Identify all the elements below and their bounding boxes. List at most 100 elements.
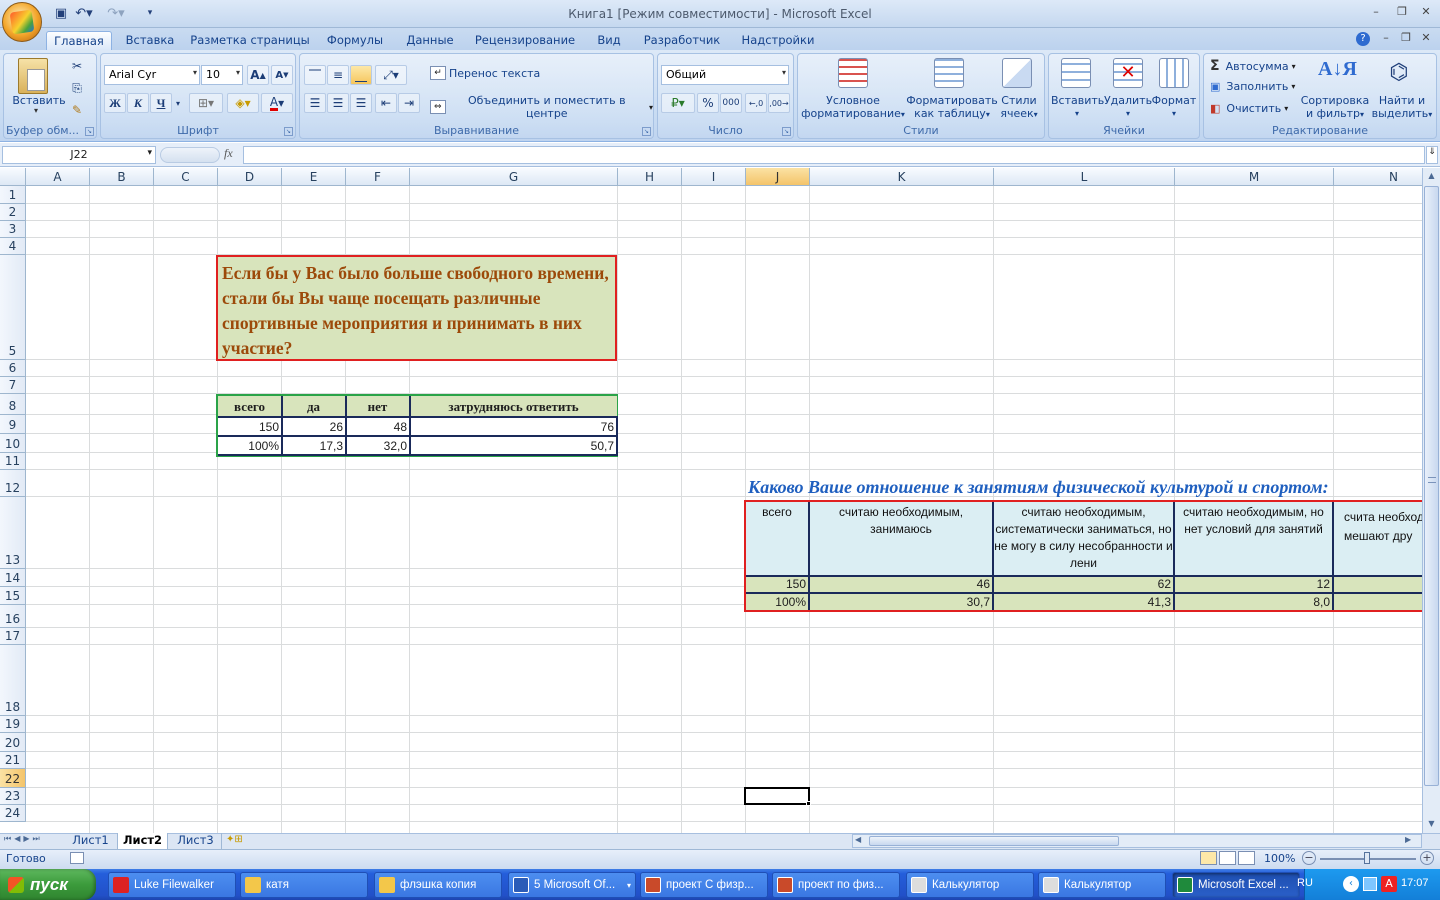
select-all-corner[interactable]	[0, 168, 26, 186]
table2-cell[interactable]: 8,0	[1175, 594, 1332, 611]
page-layout-view-icon[interactable]	[1219, 851, 1236, 865]
taskbar-item[interactable]: флэшка копия	[374, 872, 502, 898]
column-header[interactable]: F	[346, 168, 410, 186]
table1-cell[interactable]: 32,0	[347, 438, 409, 455]
taskbar-item[interactable]: Калькулятор	[1038, 872, 1166, 898]
office-button[interactable]	[2, 2, 42, 42]
zoom-level[interactable]: 100%	[1264, 852, 1295, 865]
row-header[interactable]: 10	[0, 434, 26, 453]
row-header[interactable]: 4	[0, 238, 26, 255]
borders-icon[interactable]: ⊞▾	[189, 93, 223, 113]
question2-title[interactable]: Каково Ваше отношение к занятиям физичес…	[748, 477, 1329, 498]
question1-text[interactable]: Если бы у Вас было больше свободного вре…	[216, 255, 617, 361]
zoom-in-icon[interactable]: +	[1420, 851, 1434, 865]
column-header[interactable]: K	[810, 168, 994, 186]
fill-button[interactable]: ▣ Заполнить ▾	[1210, 80, 1295, 93]
scroll-up-icon[interactable]: ▲	[1424, 168, 1439, 184]
scroll-right-icon[interactable]: ▶	[1405, 835, 1415, 844]
column-header[interactable]: L	[994, 168, 1175, 186]
antivirus-icon[interactable]: A	[1381, 876, 1397, 892]
table1-cell[interactable]: 100%	[218, 438, 281, 455]
insert-function-button[interactable]: fx	[224, 146, 240, 161]
taskbar-item-active[interactable]: Microsoft Excel ...	[1172, 872, 1300, 898]
font-size-combo[interactable]: 10 ▾	[201, 65, 243, 85]
active-cell[interactable]	[744, 787, 810, 805]
cut-icon[interactable]: ✂	[66, 56, 88, 76]
cell-styles-button[interactable]: Стили ячеек▾	[996, 94, 1042, 121]
tab-review[interactable]: Рецензирование	[470, 31, 580, 50]
row-header[interactable]: 13	[0, 497, 26, 569]
wrap-text-button[interactable]: ↵ Перенос текста	[430, 66, 540, 80]
row-header[interactable]: 14	[0, 569, 26, 587]
grow-font-icon[interactable]: A ▲	[247, 65, 269, 85]
row-header[interactable]: 15	[0, 587, 26, 605]
row-header[interactable]: 21	[0, 752, 26, 769]
formula-bar-splitter[interactable]	[160, 147, 220, 163]
table1-cell[interactable]: 76	[411, 419, 616, 436]
help-icon[interactable]: ?	[1356, 32, 1370, 46]
page-break-view-icon[interactable]	[1238, 851, 1255, 865]
table1-header[interactable]: да	[282, 398, 345, 415]
tab-developer[interactable]: Разработчик	[638, 31, 726, 50]
row-header[interactable]: 6	[0, 360, 26, 377]
table1-header[interactable]: нет	[346, 398, 409, 415]
tab-formulas[interactable]: Формулы	[318, 31, 392, 50]
table2-header[interactable]: считаю необходимым, занимаюсь	[810, 502, 992, 575]
taskbar-item[interactable]: проект С физр...	[640, 872, 768, 898]
paste-icon[interactable]	[18, 58, 48, 94]
align-top-icon[interactable]: ⎺	[304, 65, 326, 85]
row-header[interactable]: 23	[0, 788, 26, 805]
table2-header[interactable]: считаю необходимым, систематически заним…	[994, 502, 1173, 575]
expand-formula-icon[interactable]: ⇓	[1426, 146, 1438, 164]
copy-icon[interactable]: ⎘	[66, 78, 88, 98]
start-button[interactable]: пуск	[0, 869, 96, 900]
table1-header[interactable]: всего	[218, 398, 281, 415]
table2-header[interactable]: счита необходим мешают дру	[1334, 502, 1422, 575]
maximize-button[interactable]: ❐	[1390, 5, 1414, 21]
sheet-nav-icons[interactable]: ⏮◀▶⏭	[4, 834, 60, 848]
row-header[interactable]: 2	[0, 204, 26, 221]
scroll-down-icon[interactable]: ▼	[1424, 816, 1439, 832]
vertical-scrollbar[interactable]: ▲ ▼	[1422, 168, 1440, 833]
table1-cell[interactable]: 26	[283, 419, 345, 436]
fill-color-icon[interactable]: ◈▾	[227, 93, 259, 113]
table2-cell[interactable]: 62	[994, 576, 1173, 593]
decrease-decimal-icon[interactable]: ,00→	[768, 93, 790, 113]
currency-icon[interactable]: ₽▾	[661, 93, 695, 113]
row-header[interactable]: 17	[0, 628, 26, 645]
row-header[interactable]: 9	[0, 415, 26, 434]
sheet-tab[interactable]: Лист3	[170, 833, 222, 849]
format-as-table-button[interactable]: Форматировать как таблицу▾	[906, 94, 998, 121]
font-launcher-icon[interactable]: ↘	[284, 127, 293, 136]
column-header[interactable]: C	[154, 168, 218, 186]
decrease-indent-icon[interactable]: ⇤	[375, 93, 397, 113]
normal-view-icon[interactable]	[1200, 851, 1217, 865]
row-header[interactable]: 18	[0, 645, 26, 716]
tray-expand-icon[interactable]: ‹	[1343, 876, 1359, 892]
sort-filter-icon[interactable]: A↓Я	[1318, 58, 1357, 88]
tab-insert[interactable]: Вставка	[120, 31, 180, 50]
insert-sheet-icon[interactable]: ✦⊞	[226, 834, 252, 848]
row-header[interactable]: 12	[0, 470, 26, 497]
column-header[interactable]: G	[410, 168, 618, 186]
format-painter-icon[interactable]: ✎	[66, 100, 88, 120]
italic-button[interactable]: К	[127, 93, 149, 113]
column-header[interactable]: D	[218, 168, 282, 186]
paste-dropdown-icon[interactable]: ▾	[34, 106, 42, 115]
column-header[interactable]: M	[1175, 168, 1334, 186]
increase-indent-icon[interactable]: ⇥	[398, 93, 420, 113]
autosum-button[interactable]: Σ Автосумма ▾	[1210, 58, 1296, 74]
align-center-icon[interactable]: ☰	[327, 93, 349, 113]
row-header[interactable]: 20	[0, 733, 26, 752]
language-indicator[interactable]: RU	[1297, 877, 1313, 889]
underline-dropdown-icon[interactable]: ▾	[172, 93, 184, 113]
worksheet-grid[interactable]: ABCDEFGHIJKLMN 1 2 3 4 5 6 7 8 9 10 11 12 13 14 15 16 17…	[0, 168, 1422, 833]
row-header[interactable]: 22	[0, 769, 26, 788]
sheet-tab[interactable]: Лист1	[64, 833, 118, 849]
taskbar-item[interactable]: проект по физ...	[772, 872, 900, 898]
format-as-table-icon[interactable]	[934, 58, 964, 88]
column-header[interactable]: I	[682, 168, 746, 186]
align-bottom-icon[interactable]: ⎽	[350, 65, 372, 85]
tab-home[interactable]: Главная	[46, 31, 112, 50]
minimize-button[interactable]: –	[1364, 5, 1388, 21]
